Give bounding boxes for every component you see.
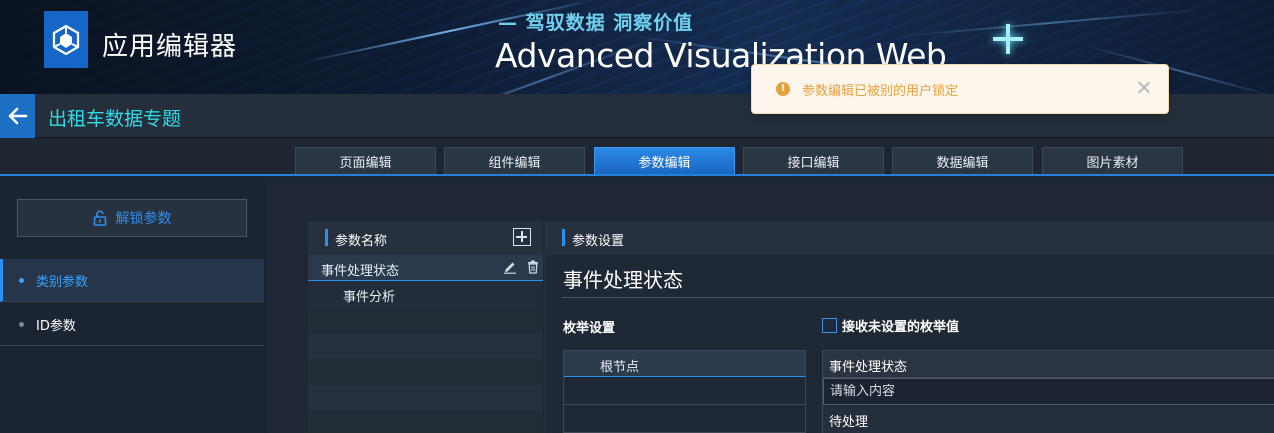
row-actions	[503, 260, 539, 274]
plus-mark-icon	[993, 24, 1023, 54]
arrow-left-icon	[8, 107, 27, 125]
editor-tabs: 页面编辑 组件编辑 参数编辑 接口编辑 数据编辑 图片素材	[0, 138, 1274, 176]
tab-data-edit[interactable]: 数据编辑	[892, 147, 1033, 174]
enum-values-title: 事件处理状态	[829, 360, 908, 375]
accept-unset-checkbox[interactable]	[822, 318, 837, 333]
banner-light-streak	[900, 8, 1200, 38]
param-name-title: 事件处理状态	[563, 268, 683, 292]
back-button[interactable]	[0, 94, 35, 138]
enum-values-header: 事件处理状态	[823, 351, 1274, 378]
tree-row-divider	[564, 404, 805, 405]
header-accent-bar	[325, 229, 328, 246]
param-name-header: 参数名称	[308, 221, 543, 255]
project-title: 出租车数据专题	[48, 108, 182, 130]
bullet-icon	[19, 321, 24, 327]
param-name-panel: 参数名称 事件处理状态 事件分析	[308, 221, 543, 433]
param-item-label: 事件分析	[343, 290, 396, 305]
app-title: 应用编辑器	[102, 32, 238, 62]
param-settings-panel: 参数设置 事件处理状态 枚举设置 接收未设置的枚举值 根节点 事件处理状态 待处…	[545, 221, 1274, 433]
close-icon[interactable]	[1135, 79, 1153, 97]
enum-value-row[interactable]: 待处理	[823, 406, 1274, 433]
tree-root-node[interactable]: 根节点	[564, 351, 805, 377]
param-list-item[interactable]: 事件分析	[308, 281, 543, 307]
list-empty-row	[308, 333, 543, 359]
list-empty-row	[308, 385, 543, 411]
tab-page-edit[interactable]: 页面编辑	[295, 147, 436, 174]
unlock-icon	[93, 210, 106, 226]
enum-value-label: 待处理	[829, 415, 869, 430]
param-item-label: 事件处理状态	[321, 264, 400, 279]
param-list-item[interactable]: 事件处理状态	[308, 255, 543, 281]
enum-value-input[interactable]	[823, 378, 1274, 405]
accept-unset-option[interactable]: 接收未设置的枚举值	[822, 316, 959, 335]
tab-param-edit[interactable]: 参数编辑	[594, 147, 735, 174]
unlock-params-button[interactable]: 解锁参数	[17, 199, 247, 237]
enum-values-table: 事件处理状态 待处理	[822, 350, 1274, 433]
tab-component-edit[interactable]: 组件编辑	[444, 147, 585, 174]
toast-message: 参数编辑已被别的用户锁定	[802, 84, 959, 99]
accept-unset-label: 接收未设置的枚举值	[842, 320, 960, 335]
bullet-icon	[19, 277, 24, 283]
sidebar-item-label: ID参数	[36, 318, 76, 334]
tab-image-assets[interactable]: 图片素材	[1042, 147, 1183, 174]
add-param-button[interactable]	[513, 228, 531, 246]
sidebar-item-id-params[interactable]: ID参数	[0, 303, 264, 346]
trash-icon[interactable]	[527, 260, 539, 274]
left-sidebar: 解锁参数 类别参数 ID参数	[0, 178, 265, 433]
banner-slogan: — 驾驭数据 洞察价值	[498, 12, 694, 34]
param-settings-header: 参数设置	[546, 221, 1274, 255]
header-accent-bar	[562, 229, 565, 246]
list-empty-row	[308, 411, 543, 433]
enum-tree: 根节点	[563, 350, 806, 433]
edit-pencil-icon[interactable]	[503, 260, 517, 274]
tab-interface-edit[interactable]: 接口编辑	[743, 147, 884, 174]
list-empty-row	[308, 307, 543, 333]
warning-toast: ! 参数编辑已被别的用户锁定	[751, 64, 1169, 114]
divider	[562, 297, 1274, 298]
tree-root-label: 根节点	[600, 360, 640, 375]
hexagon-logo-icon	[52, 24, 80, 55]
sidebar-item-category-params[interactable]: 类别参数	[0, 259, 264, 302]
enum-settings-label: 枚举设置	[563, 321, 616, 336]
warning-icon: !	[776, 82, 790, 96]
param-name-heading: 参数名称	[335, 234, 388, 249]
param-settings-heading: 参数设置	[572, 234, 625, 249]
app-logo	[44, 11, 88, 68]
unlock-params-label: 解锁参数	[115, 211, 172, 227]
sidebar-item-label: 类别参数	[36, 274, 89, 290]
list-empty-row	[308, 359, 543, 385]
